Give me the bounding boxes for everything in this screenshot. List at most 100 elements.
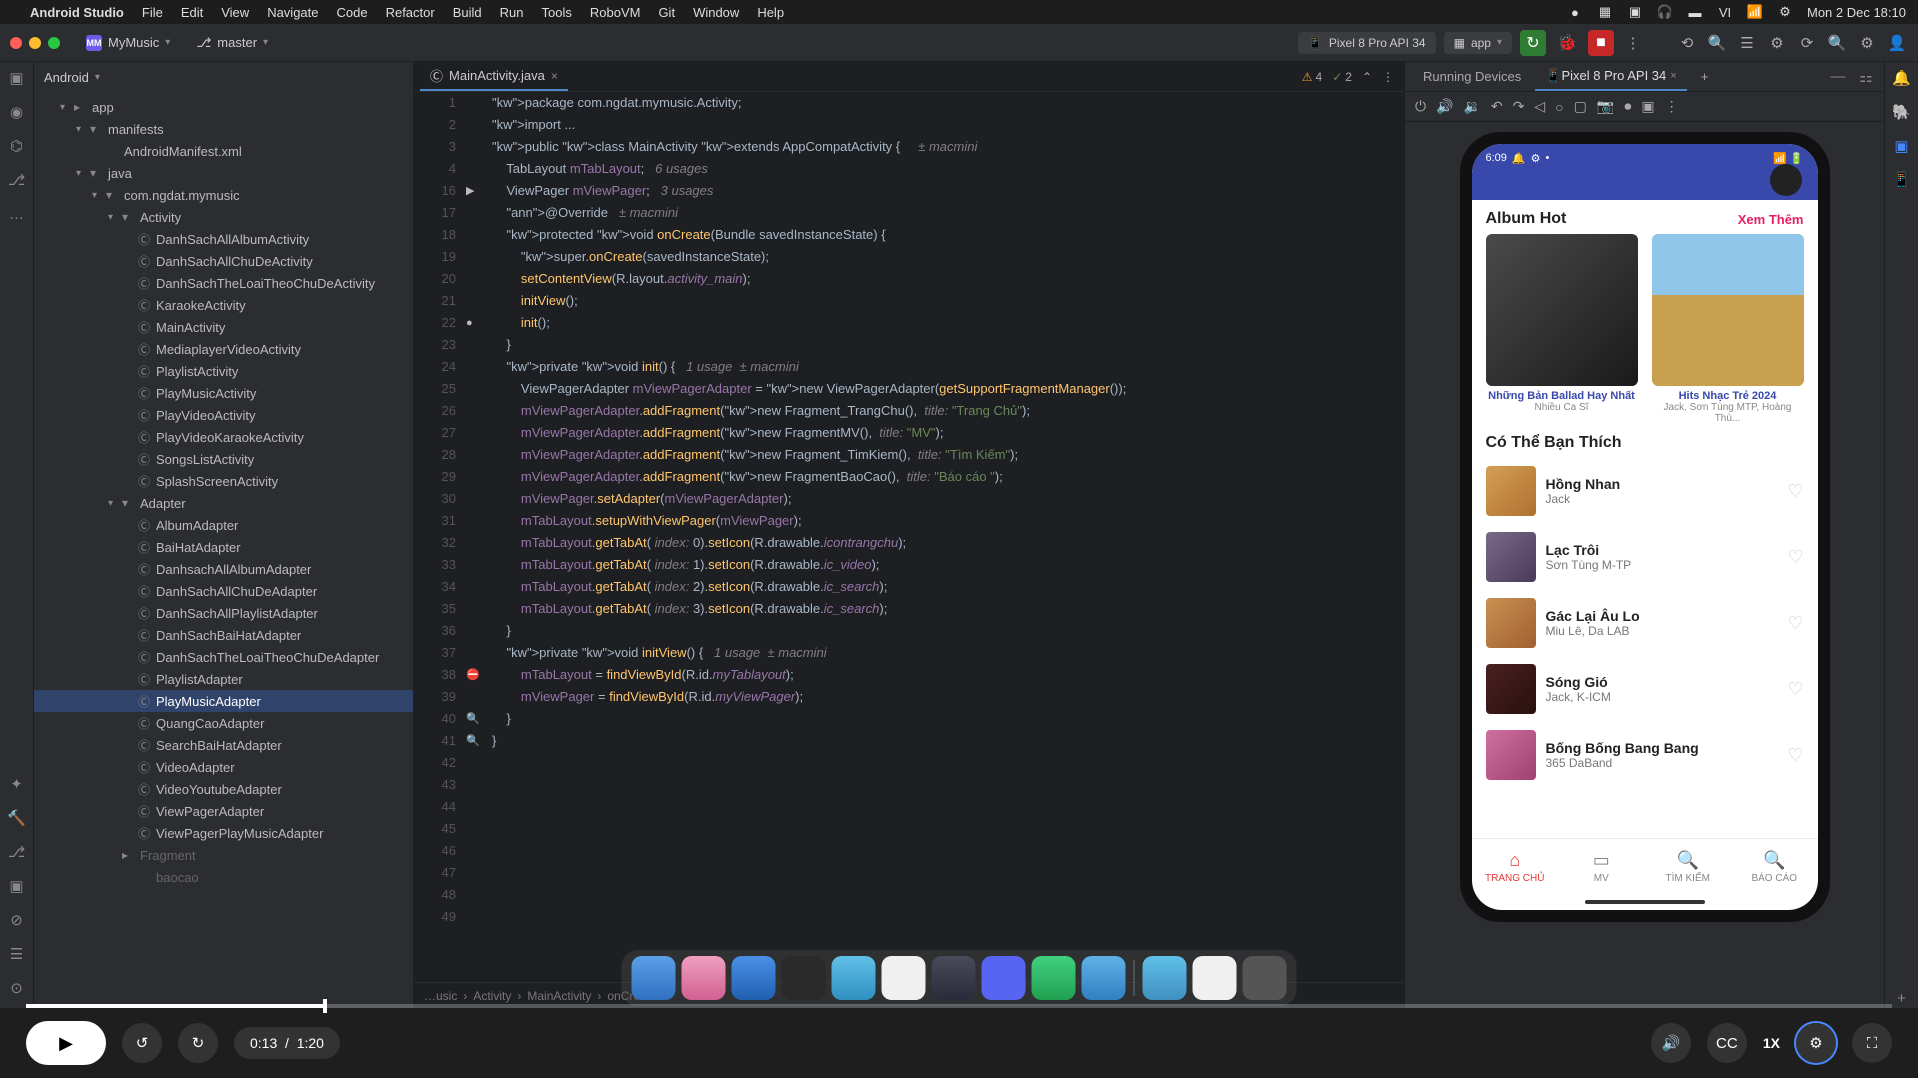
rotate-right-icon[interactable]: ↷ xyxy=(1513,98,1525,115)
run-button[interactable]: ↻ xyxy=(1520,30,1546,56)
sync-gradle-icon[interactable]: ⚙ xyxy=(1766,32,1788,54)
device-selector[interactable]: 📱 Pixel 8 Pro API 34 xyxy=(1298,32,1436,54)
tree-node[interactable]: ▾▾java xyxy=(34,162,413,184)
tree-node[interactable]: ⒸVideoAdapter xyxy=(34,756,413,778)
dock-app[interactable] xyxy=(932,956,976,1000)
forward-10-button[interactable]: ↻ xyxy=(178,1023,218,1063)
dock-app-safari[interactable] xyxy=(732,956,776,1000)
project-tool-icon[interactable]: ▣ xyxy=(7,68,27,88)
tree-node[interactable]: ⒸMediaplayerVideoActivity xyxy=(34,338,413,360)
display-settings-icon[interactable]: ▣ xyxy=(1641,98,1654,115)
avd-manager-icon[interactable]: ⟳ xyxy=(1796,32,1818,54)
debug-button[interactable]: 🐞 xyxy=(1554,30,1580,56)
tree-node[interactable]: ⒸQuangCaoAdapter xyxy=(34,712,413,734)
menu-code[interactable]: Code xyxy=(337,5,368,20)
tree-node[interactable]: ⒸSongsListActivity xyxy=(34,448,413,470)
search-icon[interactable]: 🔍 xyxy=(1706,32,1728,54)
bottom-nav-item[interactable]: 🔍TÌM KIẾM xyxy=(1645,839,1732,894)
bottom-nav-item[interactable]: ⌂TRANG CHỦ xyxy=(1472,839,1559,894)
fullscreen-button[interactable]: ⛶ xyxy=(1852,1023,1892,1063)
dock-app[interactable] xyxy=(1082,956,1126,1000)
record-icon[interactable]: ● xyxy=(1567,4,1583,20)
volume-button[interactable]: 🔊 xyxy=(1651,1023,1691,1063)
tree-node[interactable]: ▾▸app xyxy=(34,96,413,118)
tree-node[interactable]: ⒸDanhSachAllChuDeActivity xyxy=(34,250,413,272)
headphones-icon[interactable]: 🎧 xyxy=(1657,4,1673,20)
problems-tool-icon[interactable]: ⊘ xyxy=(7,910,27,930)
album-card[interactable]: Những Bản Ballad Hay Nhất Nhiều Ca Sĩ xyxy=(1486,234,1638,424)
device-screen[interactable]: 6:09 🔔 ⚙ • 📶 🔋 Album Hot Xem Th xyxy=(1472,144,1818,910)
power-icon[interactable]: ⏻ xyxy=(1415,98,1426,115)
menu-robovm[interactable]: RoboVM xyxy=(590,5,641,20)
notifications-tool-icon[interactable]: 🔔 xyxy=(1892,68,1912,88)
emulator-tool-icon[interactable]: 📱 xyxy=(1892,170,1912,190)
volume-up-icon[interactable]: 🔊 xyxy=(1436,98,1453,115)
tree-node[interactable]: ⒸDanhSachAllPlaylistAdapter xyxy=(34,602,413,624)
project-selector[interactable]: MM MyMusic ▾ xyxy=(78,32,178,54)
inspection-icon[interactable]: ⌃ xyxy=(1362,70,1372,84)
dock-app-android-studio[interactable] xyxy=(1032,956,1076,1000)
editor-body[interactable]: 1234161718192021222324252627282930313233… xyxy=(414,92,1404,982)
services-tool-icon[interactable]: ⊙ xyxy=(7,978,27,998)
wifi-icon[interactable]: 📶 xyxy=(1747,4,1763,20)
volume-down-icon[interactable]: 🔉 xyxy=(1464,98,1481,115)
tree-node[interactable]: ⒸDanhSachTheLoaiTheoChuDeAdapter xyxy=(34,646,413,668)
git-tool-icon[interactable]: ⎇ xyxy=(7,842,27,862)
window-zoom[interactable] xyxy=(48,37,60,49)
overview-icon[interactable]: ▢ xyxy=(1574,98,1587,115)
breadcrumb-segment[interactable]: Activity xyxy=(473,989,511,1003)
warnings-indicator[interactable]: ⚠4 xyxy=(1302,70,1322,84)
tree-node[interactable]: ⒸViewPagerPlayMusicAdapter xyxy=(34,822,413,844)
tree-node[interactable]: ⒸVideoYoutubeAdapter xyxy=(34,778,413,800)
add-device-tab[interactable]: + xyxy=(1691,62,1719,91)
speed-button[interactable]: 1X xyxy=(1763,1035,1780,1051)
view-more-link[interactable]: Xem Thêm xyxy=(1738,212,1804,227)
build-tool-icon[interactable]: 🔨 xyxy=(7,808,27,828)
captions-button[interactable]: CC xyxy=(1707,1023,1747,1063)
play-button[interactable]: ▶ xyxy=(26,1021,106,1065)
dock-folder[interactable] xyxy=(1193,956,1237,1000)
bottom-nav-item[interactable]: ▭MV xyxy=(1558,839,1645,894)
tray-icon-1[interactable]: ▦ xyxy=(1597,4,1613,20)
dock-folder[interactable] xyxy=(1143,956,1187,1000)
song-row[interactable]: Sóng GióJack, K-ICM♡ xyxy=(1480,656,1810,722)
bookmarks-icon[interactable]: ✦ xyxy=(7,774,27,794)
menu-navigate[interactable]: Navigate xyxy=(267,5,318,20)
favorite-icon[interactable]: ♡ xyxy=(1787,679,1803,700)
tree-node[interactable]: ⒸPlaylistAdapter xyxy=(34,668,413,690)
editor-tab-mainactivity[interactable]: Ⓒ MainActivity.java × xyxy=(420,62,568,91)
menu-edit[interactable]: Edit xyxy=(181,5,203,20)
breadcrumb-segment[interactable]: …usic xyxy=(424,989,457,1003)
project-tree[interactable]: ▾▸app▾▾manifestsAndroidManifest.xml▾▾jav… xyxy=(34,92,413,1008)
settings-button[interactable]: ⚙ xyxy=(1796,1023,1836,1063)
pull-requests-icon[interactable]: ⎇ xyxy=(7,170,27,190)
tree-node[interactable]: ⒸKaraokeActivity xyxy=(34,294,413,316)
album-list[interactable]: Những Bản Ballad Hay Nhất Nhiều Ca Sĩ Hi… xyxy=(1472,234,1818,424)
breadcrumb-segment[interactable]: MainActivity xyxy=(527,989,591,1003)
stop-button[interactable]: ■ xyxy=(1588,30,1614,56)
tree-node[interactable]: ⒸViewPagerAdapter xyxy=(34,800,413,822)
device-manager-icon[interactable]: ▣ xyxy=(1892,136,1912,156)
weak-warnings-indicator[interactable]: ✓2 xyxy=(1332,70,1352,84)
add-tool-icon[interactable]: + xyxy=(1892,988,1912,1008)
git-branch-selector[interactable]: ⎇ master ▾ xyxy=(188,32,276,54)
input-lang[interactable]: VI xyxy=(1717,4,1733,20)
menu-refactor[interactable]: Refactor xyxy=(386,5,435,20)
tree-node[interactable]: ▾▾Adapter xyxy=(34,492,413,514)
more-tool-icon[interactable]: … xyxy=(7,204,27,224)
tree-node[interactable]: ▸Fragment xyxy=(34,844,413,866)
settings-icon[interactable]: ⚙ xyxy=(1856,32,1878,54)
dock-app-finder[interactable] xyxy=(632,956,676,1000)
battery-icon[interactable]: ▬ xyxy=(1687,4,1703,20)
terminal-tool-icon[interactable]: ▣ xyxy=(7,876,27,896)
tree-node[interactable]: ⒸPlayVideoActivity xyxy=(34,404,413,426)
tree-node[interactable]: ▾▾manifests xyxy=(34,118,413,140)
editor-options-icon[interactable]: ⋮ xyxy=(1382,70,1394,84)
app-menu[interactable]: Android Studio xyxy=(30,5,124,20)
tree-node[interactable]: ⒸBaiHatAdapter xyxy=(34,536,413,558)
tree-node[interactable]: ⒸPlayMusicAdapter xyxy=(34,690,413,712)
favorite-icon[interactable]: ♡ xyxy=(1787,745,1803,766)
device-tab[interactable]: 📱 Pixel 8 Pro API 34 × xyxy=(1535,62,1686,91)
menu-window[interactable]: Window xyxy=(693,5,739,20)
tree-node[interactable]: ⒸDanhsachAllAlbumAdapter xyxy=(34,558,413,580)
